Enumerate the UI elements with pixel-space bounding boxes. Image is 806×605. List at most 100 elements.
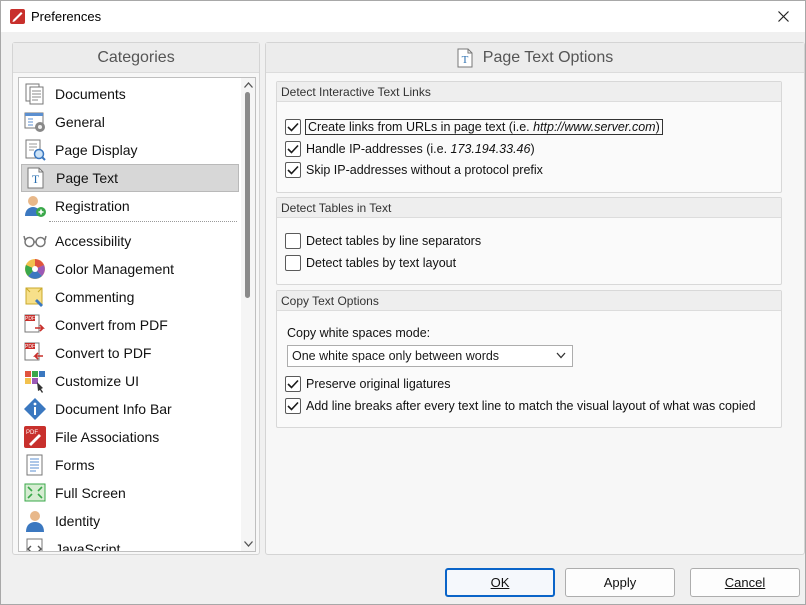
- category-item-label: Registration: [55, 198, 130, 214]
- categories-items: Documents General Page Display T Page Text Re…: [19, 78, 241, 551]
- preserve-ligatures-checkbox[interactable]: [285, 376, 301, 392]
- scroll-up-button[interactable]: [241, 78, 255, 92]
- preserve-ligatures-option[interactable]: Preserve original ligatures: [285, 374, 451, 394]
- cancel-button[interactable]: Cancel: [690, 568, 800, 597]
- category-item-label: Forms: [55, 457, 95, 473]
- category-item-convert-from-pdf[interactable]: PDF Convert from PDF: [21, 311, 239, 339]
- tables-group: Detect Tables in Text Detect tables by l…: [276, 197, 782, 285]
- category-item-file-associations[interactable]: PDF File Associations: [21, 423, 239, 451]
- category-item-full-screen[interactable]: Full Screen: [21, 479, 239, 507]
- category-item-accessibility[interactable]: Accessibility: [21, 227, 239, 255]
- categories-header: Categories: [13, 43, 259, 73]
- category-item-label: JavaScript: [55, 541, 121, 551]
- create-links-option[interactable]: Create links from URLs in page text (i.e…: [285, 117, 663, 137]
- category-item-label: Customize UI: [55, 373, 140, 389]
- accessibility-icon: [23, 235, 47, 248]
- create-links-example: http://www.server.com: [533, 120, 656, 134]
- category-item-label: Convert to PDF: [55, 345, 152, 361]
- category-item-forms[interactable]: Forms: [21, 451, 239, 479]
- svg-text:PDF: PDF: [25, 316, 35, 322]
- skip-ip-label: Skip IP-addresses without a protocol pre…: [306, 163, 543, 177]
- category-item-general[interactable]: General: [21, 108, 239, 136]
- javascript-icon: [26, 538, 43, 551]
- handle-ip-example: 173.194.33.46: [450, 142, 531, 156]
- convert-from-pdf-icon: PDF: [24, 314, 45, 333]
- checkmark-icon: [287, 379, 299, 389]
- whitespace-mode-select[interactable]: One white space only between words: [287, 345, 573, 367]
- svg-text:PDF: PDF: [26, 430, 38, 436]
- category-item-page-text[interactable]: T Page Text: [21, 164, 239, 192]
- skip-ip-checkbox[interactable]: [285, 162, 301, 178]
- checkmark-icon: [287, 401, 299, 411]
- category-item-label: Page Display: [55, 142, 138, 158]
- links-group: Detect Interactive Text Links Create lin…: [276, 81, 782, 193]
- category-item-javascript[interactable]: JavaScript: [21, 535, 239, 551]
- ok-button-label: OK: [490, 575, 510, 590]
- category-item-identity[interactable]: Identity: [21, 507, 239, 535]
- categories-panel: Categories Documents General Page Display T…: [12, 42, 260, 555]
- page-text-icon: T: [457, 48, 473, 67]
- create-links-checkbox[interactable]: [285, 119, 301, 135]
- svg-text:T: T: [32, 172, 40, 186]
- close-button[interactable]: [761, 1, 805, 32]
- identity-icon: [26, 511, 44, 532]
- whitespace-mode-value: One white space only between words: [292, 349, 500, 363]
- checkmark-icon: [287, 122, 299, 132]
- color-management-icon: [25, 259, 45, 279]
- commenting-icon: [25, 287, 43, 307]
- convert-to-pdf-icon: PDF: [24, 342, 43, 361]
- file-associations-icon: PDF: [24, 426, 46, 448]
- app-logo-icon: [10, 9, 25, 24]
- category-item-label: Convert from PDF: [55, 317, 168, 333]
- handle-ip-suffix: ): [530, 142, 535, 156]
- category-item-customize-ui[interactable]: Customize UI: [21, 367, 239, 395]
- ok-button[interactable]: OK: [445, 568, 555, 597]
- add-line-breaks-option[interactable]: Add line breaks after every text line to…: [285, 396, 756, 416]
- checkmark-icon: [287, 165, 299, 175]
- category-item-label: Page Text: [56, 170, 119, 186]
- handle-ip-option[interactable]: Handle IP-addresses (i.e. 173.194.33.46): [285, 139, 535, 159]
- category-item-page-display[interactable]: Page Display: [21, 136, 239, 164]
- copy-group: Copy Text Options Copy white spaces mode…: [276, 290, 782, 428]
- categories-list: Documents General Page Display T Page Text Re…: [18, 77, 256, 552]
- full-screen-icon: [24, 483, 46, 502]
- customize-ui-icon: [25, 371, 45, 393]
- preferences-window: Preferences Categories Documents General P…: [0, 0, 806, 605]
- cancel-button-label: Cancel: [724, 575, 766, 590]
- category-item-commenting[interactable]: Commenting: [21, 283, 239, 311]
- tables-separators-label: Detect tables by line separators: [306, 234, 482, 248]
- scroll-down-button[interactable]: [241, 537, 255, 551]
- scroll-thumb[interactable]: [245, 92, 250, 298]
- svg-text:PDF: PDF: [25, 344, 35, 350]
- handle-ip-checkbox[interactable]: [285, 141, 301, 157]
- checkmark-icon: [287, 144, 299, 154]
- tables-layout-checkbox[interactable]: [285, 255, 301, 271]
- category-item-document-info-bar[interactable]: Document Info Bar: [21, 395, 239, 423]
- apply-button[interactable]: Apply: [565, 568, 675, 597]
- category-item-color-management[interactable]: Color Management: [21, 255, 239, 283]
- category-item-convert-to-pdf[interactable]: PDF Convert to PDF: [21, 339, 239, 367]
- create-links-label: Create links from URLs in page text (i.e…: [308, 120, 534, 134]
- title-bar: Preferences: [1, 1, 805, 32]
- category-item-registration[interactable]: Registration: [21, 192, 239, 220]
- svg-text:T: T: [461, 54, 468, 66]
- apply-button-label: Apply: [603, 575, 637, 590]
- category-item-label: General: [55, 114, 105, 130]
- tables-separators-checkbox[interactable]: [285, 233, 301, 249]
- tables-separators-option[interactable]: Detect tables by line separators: [285, 231, 481, 251]
- add-line-breaks-label: Add line breaks after every text line to…: [306, 399, 756, 413]
- forms-icon: [26, 454, 43, 476]
- whitespace-mode-label: Copy white spaces mode:: [287, 326, 431, 340]
- categories-scrollbar[interactable]: [241, 78, 255, 551]
- registration-icon: [25, 196, 46, 217]
- add-line-breaks-checkbox[interactable]: [285, 398, 301, 414]
- chevron-up-icon: [243, 82, 253, 88]
- tables-layout-option[interactable]: Detect tables by text layout: [285, 253, 456, 273]
- category-item-label: Commenting: [55, 289, 135, 305]
- skip-ip-option[interactable]: Skip IP-addresses without a protocol pre…: [285, 160, 543, 180]
- documents-icon: [25, 83, 44, 105]
- category-item-documents[interactable]: Documents: [21, 80, 239, 108]
- category-item-label: Full Screen: [55, 485, 126, 501]
- options-header: T Page Text Options: [266, 43, 804, 73]
- preserve-ligatures-label: Preserve original ligatures: [306, 377, 451, 391]
